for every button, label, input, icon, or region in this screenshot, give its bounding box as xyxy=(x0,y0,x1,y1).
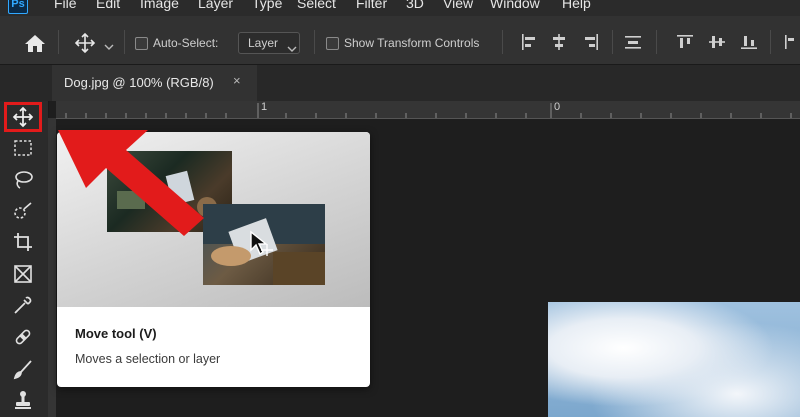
move-tool-preset-icon[interactable] xyxy=(74,32,96,54)
auto-select-dropdown-value: Layer xyxy=(248,36,279,50)
photoshop-logo-icon: Ps xyxy=(8,0,28,14)
show-transform-checkbox[interactable] xyxy=(326,37,339,50)
options-divider xyxy=(502,30,503,54)
options-divider xyxy=(314,30,315,54)
crop-tool-icon[interactable] xyxy=(10,230,36,254)
options-divider xyxy=(770,30,771,54)
move-cursor-icon xyxy=(247,230,275,258)
menu-select[interactable]: Select xyxy=(297,0,336,11)
menu-3d[interactable]: 3D xyxy=(406,0,424,11)
distribute-vertical-icon[interactable] xyxy=(624,33,642,51)
frame-tool-icon[interactable] xyxy=(10,262,36,286)
brush-tool-icon[interactable] xyxy=(10,357,36,381)
options-divider xyxy=(612,30,613,54)
auto-select-checkbox[interactable] xyxy=(135,37,148,50)
options-divider xyxy=(124,30,125,54)
menu-edit[interactable]: Edit xyxy=(96,0,120,11)
ruler-label: 0 xyxy=(554,101,561,113)
align-bottom-edges-icon[interactable] xyxy=(740,33,758,51)
document-image-sky xyxy=(548,302,800,417)
lasso-tool-icon[interactable] xyxy=(10,167,36,191)
options-divider xyxy=(656,30,657,54)
menu-bar: Ps File Edit Image Layer Type Select Fil… xyxy=(0,0,800,16)
menu-image[interactable]: Image xyxy=(140,0,179,11)
auto-select-label: Auto-Select: xyxy=(153,36,219,50)
marquee-tool-icon[interactable] xyxy=(10,136,36,160)
align-vertical-centers-icon[interactable] xyxy=(708,33,726,51)
horizontal-ruler xyxy=(56,101,800,119)
menu-type[interactable]: Type xyxy=(252,0,282,11)
eyedropper-tool-icon[interactable] xyxy=(10,293,36,317)
align-left-edges-icon[interactable] xyxy=(520,33,538,51)
menu-layer[interactable]: Layer xyxy=(198,0,233,11)
align-right-edges-icon[interactable] xyxy=(582,33,600,51)
tooltip-description: Moves a selection or layer xyxy=(75,352,221,366)
close-icon[interactable]: × xyxy=(233,73,241,88)
tooltip-title: Move tool (V) xyxy=(75,326,157,341)
menu-window[interactable]: Window xyxy=(490,0,540,11)
move-tool-icon[interactable] xyxy=(10,105,36,129)
menu-filter[interactable]: Filter xyxy=(356,0,387,11)
menu-view[interactable]: View xyxy=(443,0,473,11)
vertical-ruler xyxy=(48,118,56,417)
ruler-label: 1 xyxy=(261,101,268,113)
align-top-edges-icon[interactable] xyxy=(676,33,694,51)
clone-stamp-tool-icon[interactable] xyxy=(10,388,36,412)
chevron-down-icon xyxy=(287,40,297,52)
document-tab-title: Dog.jpg @ 100% (RGB/8) xyxy=(64,75,214,90)
options-divider xyxy=(58,30,59,54)
align-more-icon[interactable] xyxy=(782,33,800,51)
red-arrow-annotation xyxy=(56,128,206,238)
chevron-down-icon[interactable] xyxy=(104,38,114,50)
show-transform-label: Show Transform Controls xyxy=(344,36,480,50)
menu-file[interactable]: File xyxy=(54,0,77,11)
quick-selection-tool-icon[interactable] xyxy=(10,199,36,223)
home-icon[interactable] xyxy=(24,33,46,53)
healing-brush-tool-icon[interactable] xyxy=(10,325,36,349)
menu-help[interactable]: Help xyxy=(562,0,591,11)
align-horizontal-centers-icon[interactable] xyxy=(550,33,568,51)
